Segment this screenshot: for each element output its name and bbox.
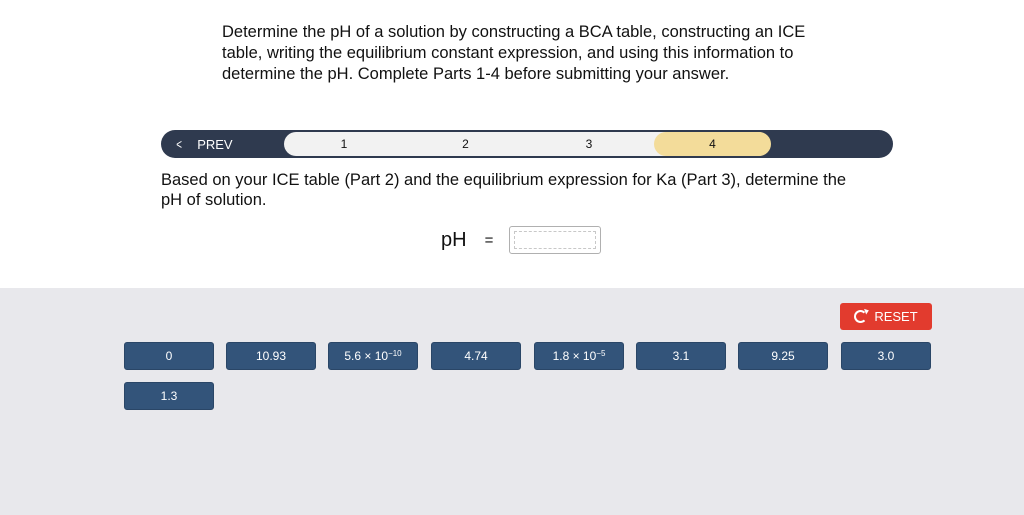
question-text: Based on your ICE table (Part 2) and the… [161,171,847,209]
answer-tile[interactable]: 3.0 [841,342,931,370]
prev-button[interactable]: < PREV [161,130,283,158]
answer-tile[interactable]: 3.1 [636,342,726,370]
answer-tile[interactable]: 4.74 [431,342,521,370]
answer-tile[interactable]: 10.93 [226,342,316,370]
answer-tile[interactable]: 0 [124,342,214,370]
step-2-tab[interactable]: 2 [404,132,527,156]
step-3-tab[interactable]: 3 [527,132,651,156]
step-4-tab[interactable]: 4 [654,132,771,156]
answer-tile[interactable]: 1.8 × 10 −5 [534,342,624,370]
prev-label: PREV [197,136,233,152]
reset-label: RESET [874,309,918,324]
equals-sign: = [484,231,494,249]
ph-drop-target[interactable] [509,226,602,254]
ph-label: pH [441,228,467,251]
reset-button[interactable]: RESET [840,303,932,330]
reset-icon [854,310,868,323]
ph-drop-zone [514,231,597,249]
instructions-text: Determine the pH of a solution by constr… [222,23,806,83]
answer-tile[interactable]: 5.6 × 10 −10 [328,342,418,370]
step-1-tab[interactable]: 1 [284,132,404,156]
answer-tile[interactable]: 1.3 [124,382,214,410]
answer-row: pH = [441,226,602,254]
part-navigator: < PREV 1 2 3 4 [161,130,893,158]
chevron-left-icon: < [176,136,182,152]
answer-tile[interactable]: 9.25 [738,342,828,370]
